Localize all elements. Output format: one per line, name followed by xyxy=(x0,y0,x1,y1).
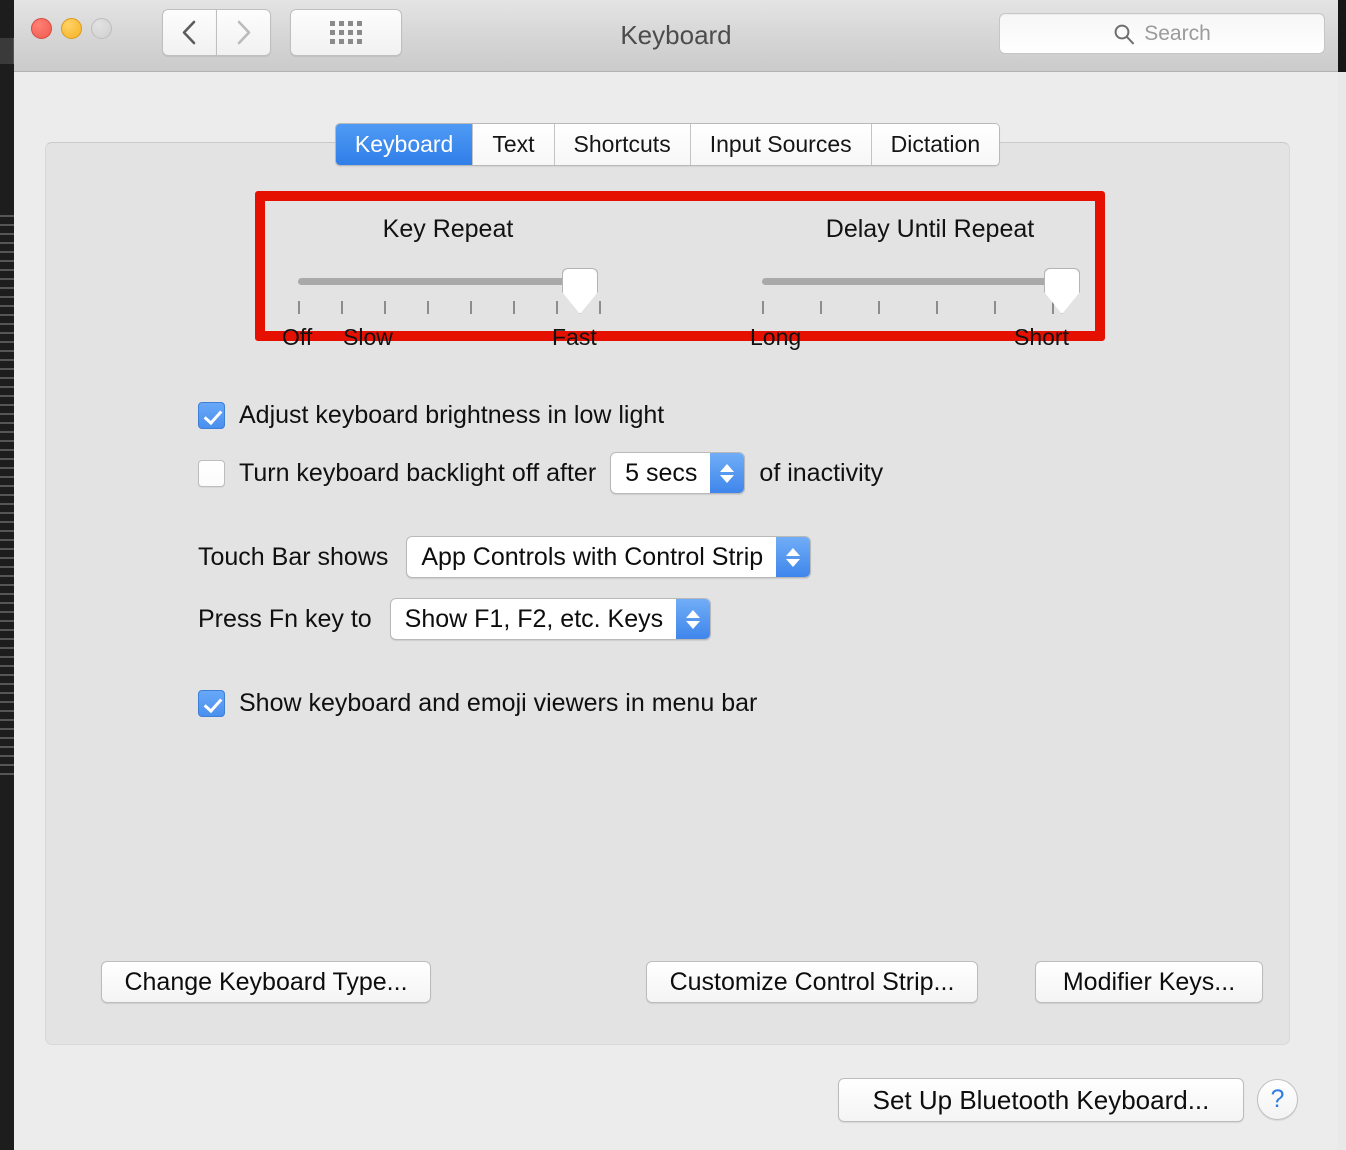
fn-key-popup[interactable]: Show F1, F2, etc. Keys xyxy=(389,598,712,640)
fn-key-arrows-icon[interactable] xyxy=(676,599,711,639)
tab-dictation[interactable]: Dictation xyxy=(871,124,1000,165)
background-right-panel xyxy=(1337,72,1346,1150)
tab-shortcuts[interactable]: Shortcuts xyxy=(554,124,691,165)
change-keyboard-type-button[interactable]: Change Keyboard Type... xyxy=(101,961,431,1003)
key-repeat-track[interactable] xyxy=(298,278,578,285)
key-repeat-ticks xyxy=(298,301,601,314)
background-window-tab xyxy=(0,38,14,64)
delay-max-label: Short xyxy=(1014,324,1069,350)
delay-min-label: Long xyxy=(750,324,802,350)
delay-until-repeat-slider-group: Delay Until Repeat Long Short xyxy=(750,215,1110,350)
delay-until-repeat-ticks xyxy=(762,301,1080,314)
show-viewers-checkbox[interactable] xyxy=(198,690,225,717)
key-repeat-min-label: Off xyxy=(282,324,313,350)
tab-text[interactable]: Text xyxy=(473,124,555,165)
backlight-off-checkbox[interactable] xyxy=(198,459,225,487)
stepper-arrows-icon[interactable] xyxy=(710,453,745,493)
fn-key-label: Press Fn key to xyxy=(198,604,372,633)
stepper-up-icon[interactable] xyxy=(720,463,735,472)
window-titlebar: Keyboard Search xyxy=(14,0,1338,72)
preferences-panel: Keyboard Text Shortcuts Input Sources Di… xyxy=(45,123,1290,1045)
key-repeat-slider-group: Key Repeat Off Slow Fast xyxy=(268,215,628,350)
backlight-off-label-before: Turn keyboard backlight off after xyxy=(239,458,597,487)
backlight-off-label-after: of inactivity xyxy=(759,458,884,487)
set-up-bluetooth-keyboard-button[interactable]: Set Up Bluetooth Keyboard... xyxy=(838,1078,1244,1122)
delay-until-repeat-slider[interactable]: Long Short xyxy=(750,266,1110,350)
delay-until-repeat-labels: Long Short xyxy=(750,324,1110,354)
fn-key-row: Press Fn key to Show F1, F2, etc. Keys xyxy=(198,598,712,640)
touch-bar-up-icon[interactable] xyxy=(786,547,801,556)
delay-until-repeat-title: Delay Until Repeat xyxy=(825,215,1035,243)
desktop-root: Keyboard Search Keyboard Text Shortcuts xyxy=(0,0,1346,1150)
touch-bar-down-icon[interactable] xyxy=(786,558,801,567)
touch-bar-popup[interactable]: App Controls with Control Strip xyxy=(406,536,812,578)
show-viewers-label: Show keyboard and emoji viewers in menu … xyxy=(239,689,758,717)
tab-keyboard[interactable]: Keyboard xyxy=(335,124,474,165)
background-right-edge xyxy=(1338,0,1346,72)
touch-bar-row: Touch Bar shows App Controls with Contro… xyxy=(198,536,812,578)
touch-bar-label: Touch Bar shows xyxy=(198,542,389,571)
search-icon xyxy=(1114,24,1135,44)
modifier-keys-button[interactable]: Modifier Keys... xyxy=(1035,961,1263,1003)
customize-control-strip-button[interactable]: Customize Control Strip... xyxy=(646,961,978,1003)
key-repeat-title: Key Repeat xyxy=(382,215,514,243)
delay-until-repeat-track[interactable] xyxy=(762,278,1060,285)
key-repeat-slider[interactable]: Off Slow Fast xyxy=(268,266,628,350)
stepper-down-icon[interactable] xyxy=(720,474,735,483)
fn-key-down-icon[interactable] xyxy=(686,620,701,629)
search-input[interactable]: Search xyxy=(999,13,1325,54)
touch-bar-arrows-icon[interactable] xyxy=(776,537,811,577)
key-repeat-max-label: Fast xyxy=(552,324,597,350)
tab-bar: Keyboard Text Shortcuts Input Sources Di… xyxy=(46,123,1289,166)
show-viewers-row[interactable]: Show keyboard and emoji viewers in menu … xyxy=(198,689,757,718)
adjust-brightness-label: Adjust keyboard brightness in low light xyxy=(239,401,665,429)
background-window-content xyxy=(0,215,14,775)
adjust-brightness-row[interactable]: Adjust keyboard brightness in low light xyxy=(198,401,664,430)
backlight-delay-value: 5 secs xyxy=(625,458,698,487)
adjust-brightness-checkbox[interactable] xyxy=(198,402,225,429)
backlight-off-row[interactable]: Turn keyboard backlight off after 5 secs… xyxy=(198,452,883,494)
key-repeat-labels: Off Slow Fast xyxy=(268,324,628,354)
help-button[interactable]: ? xyxy=(1257,1079,1298,1120)
fn-key-up-icon[interactable] xyxy=(686,609,701,618)
touch-bar-value: App Controls with Control Strip xyxy=(421,542,764,571)
search-placeholder: Search xyxy=(1144,21,1211,45)
backlight-delay-stepper[interactable]: 5 secs xyxy=(610,452,746,494)
system-preferences-window: Keyboard Search Keyboard Text Shortcuts xyxy=(14,0,1338,1150)
tab-input-sources[interactable]: Input Sources xyxy=(690,124,872,165)
key-repeat-slow-label: Slow xyxy=(343,324,393,350)
fn-key-value: Show F1, F2, etc. Keys xyxy=(404,604,664,633)
